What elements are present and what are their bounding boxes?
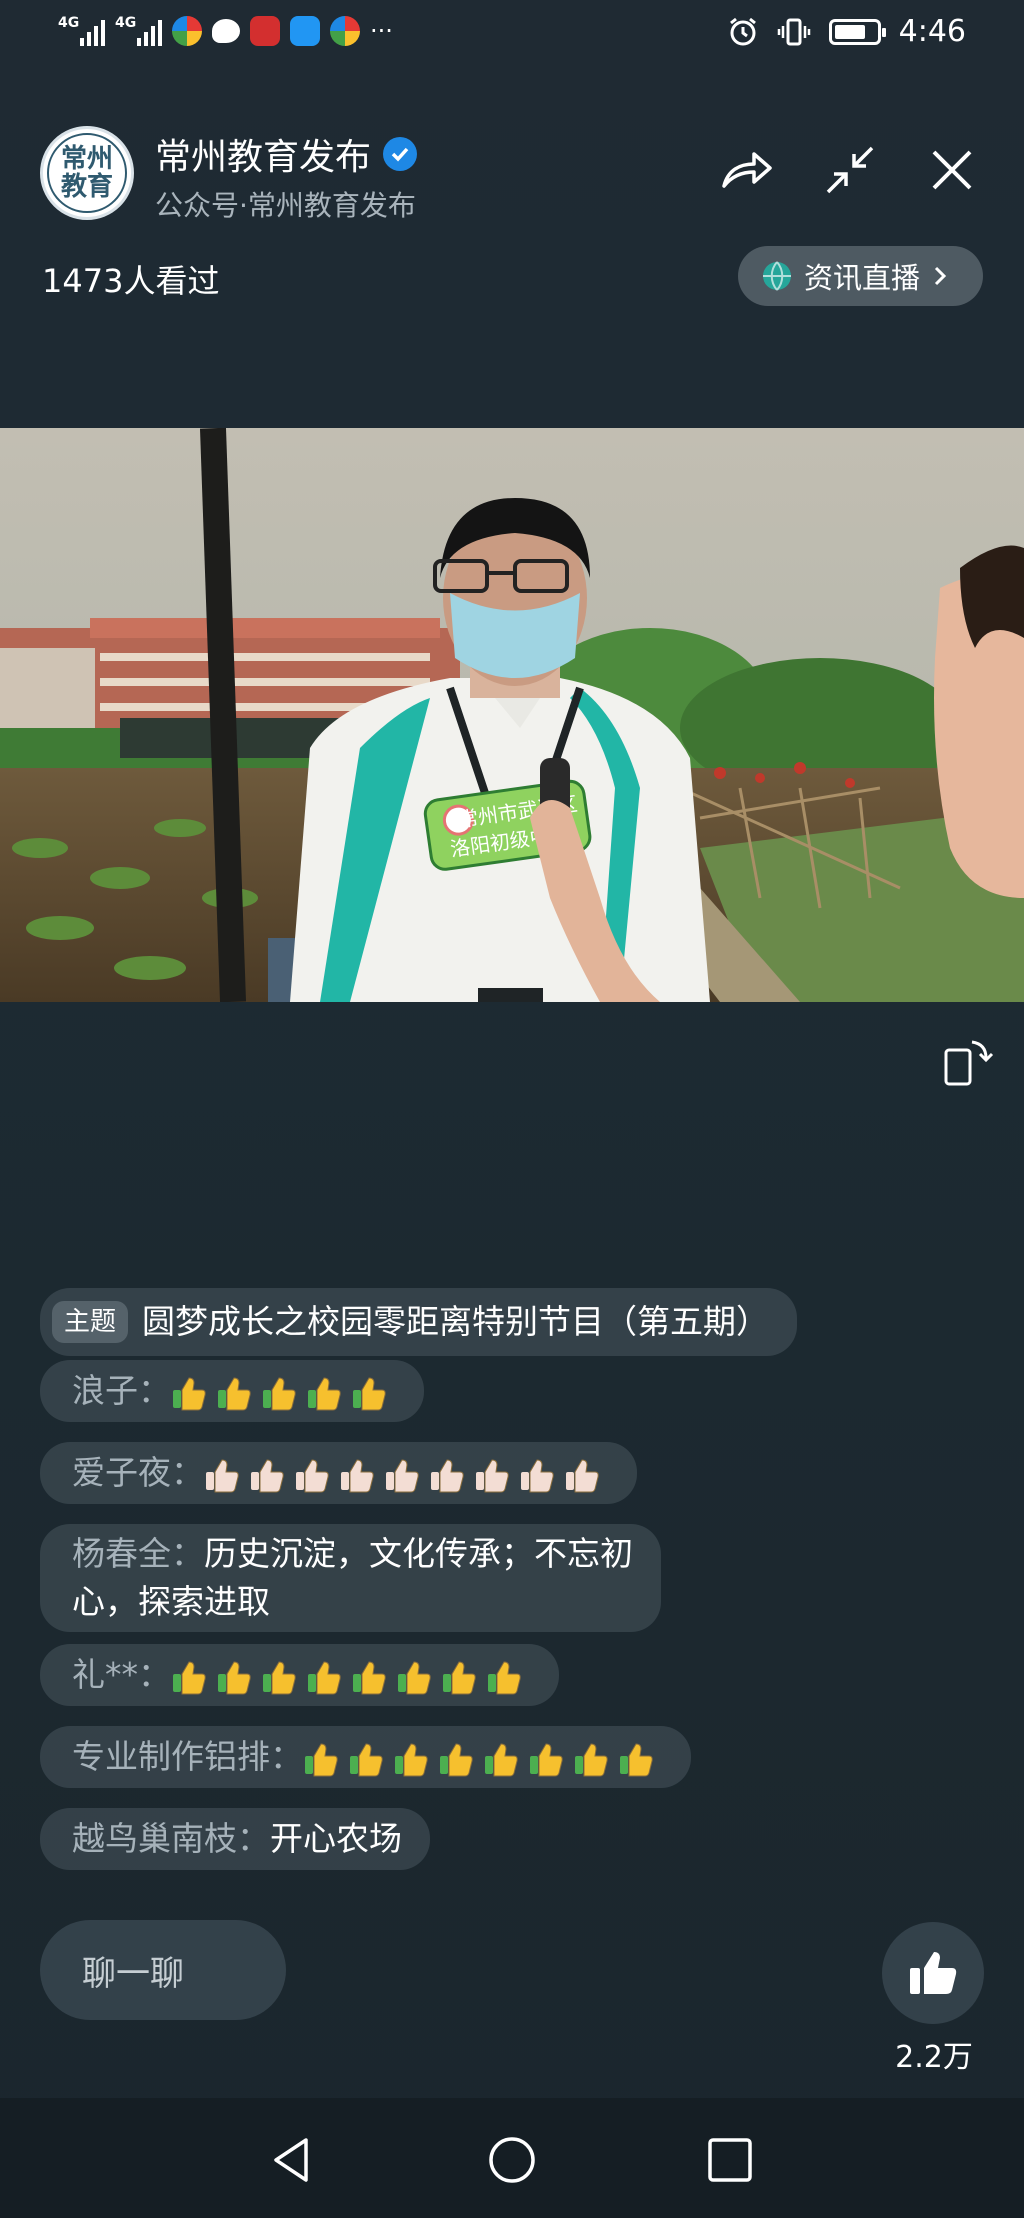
message-bubble-icon <box>212 19 240 43</box>
status-left: 4G 4G ··· <box>58 16 393 46</box>
thumbs-up-emoji-icon <box>206 1458 239 1492</box>
emoji-row <box>303 1733 663 1781</box>
comment-item: 专业制作铝排： <box>40 1726 691 1788</box>
comment-text: 开心农场 <box>270 1819 402 1858</box>
thumbs-up-emoji-icon <box>173 1376 206 1410</box>
thumbs-up-emoji-icon <box>305 1742 338 1776</box>
live-news-button[interactable]: 资讯直播 <box>738 246 983 306</box>
alarm-icon <box>729 17 756 45</box>
back-triangle-icon[interactable] <box>266 2134 318 2186</box>
thumbs-up-emoji-icon <box>308 1660 341 1694</box>
thumbs-up-emoji-icon <box>443 1660 476 1694</box>
globe-icon <box>763 261 791 291</box>
more-notifications: ··· <box>370 17 393 45</box>
chat-input[interactable]: 聊一聊 <box>40 1920 286 2020</box>
verified-badge-icon <box>383 137 418 171</box>
thumbs-up-emoji-icon <box>575 1742 608 1776</box>
thumbs-up-emoji-icon <box>431 1458 464 1492</box>
thumbs-up-emoji-icon <box>350 1742 383 1776</box>
recents-square-icon[interactable] <box>704 2134 756 2186</box>
comment-nick: 专业制作铝排： <box>72 1737 303 1776</box>
thumbs-up-emoji-icon <box>398 1660 431 1694</box>
xuexi-app-icon <box>250 16 280 46</box>
signal-2-icon: 4G <box>115 16 162 46</box>
account-avatar[interactable]: 常州 教育 <box>40 126 134 220</box>
share-icon[interactable] <box>716 140 776 200</box>
vibrate-icon <box>777 18 810 45</box>
comment-nick: 杨春全： <box>72 1534 204 1573</box>
thumbs-up-emoji-icon <box>341 1458 374 1492</box>
comment-item: 浪子： <box>40 1360 424 1422</box>
app-colorful-icon-2 <box>330 16 360 46</box>
thumbs-up-emoji-icon <box>488 1660 521 1694</box>
comment-item: 爱子夜： <box>40 1442 637 1504</box>
live-pill-label: 资讯直播 <box>804 261 921 295</box>
topic-row: 主题 圆梦成长之校园零距离特别节目（第五期） <box>40 1288 798 1356</box>
thumbs-up-emoji-icon <box>521 1458 554 1492</box>
thumbs-up-emoji-icon <box>263 1376 296 1410</box>
thumbs-up-emoji-icon <box>476 1458 509 1492</box>
comment-nick: 浪子： <box>72 1371 171 1410</box>
thumbs-up-emoji-icon <box>296 1458 329 1492</box>
video-player[interactable]: 常州市武进区 洛阳初级中学 <box>0 428 1024 1002</box>
like-button[interactable] <box>882 1922 984 2024</box>
network-type-1: 4G <box>58 15 80 31</box>
close-icon[interactable] <box>922 140 982 200</box>
comment-nick: 礼**： <box>72 1655 171 1694</box>
thumbs-up-emoji-icon <box>566 1458 599 1492</box>
clock: 4:46 <box>898 14 966 49</box>
video-frame: 常州市武进区 洛阳初级中学 <box>0 428 1024 1002</box>
topic-text: 圆梦成长之校园零距离特别节目（第五期） <box>142 1302 770 1341</box>
thumbs-up-emoji-icon <box>251 1458 284 1492</box>
comment-item: 越鸟巢南枝： 开心农场 <box>40 1808 430 1870</box>
thumbs-up-emoji-icon <box>353 1660 386 1694</box>
minimize-icon[interactable] <box>820 140 880 200</box>
thumbs-up-emoji-icon <box>530 1742 563 1776</box>
thumbs-up-emoji-icon <box>263 1660 296 1694</box>
like-count: 2.2万 <box>895 2040 973 2075</box>
network-type-2: 4G <box>115 15 137 31</box>
thumbs-up-emoji-icon <box>218 1376 251 1410</box>
comment-nick: 越鸟巢南枝： <box>72 1819 270 1858</box>
thumbs-up-emoji-icon <box>386 1458 419 1492</box>
thumbs-up-emoji-icon <box>353 1376 386 1410</box>
cloud-app-icon <box>290 16 320 46</box>
thumbs-up-emoji-icon <box>440 1742 473 1776</box>
home-circle-icon[interactable] <box>486 2134 538 2186</box>
status-right: 4:46 <box>727 14 966 49</box>
comment-item: 礼**： <box>40 1644 559 1706</box>
signal-1-icon: 4G <box>58 16 105 46</box>
thumbs-up-emoji-icon <box>308 1376 341 1410</box>
thumbs-up-emoji-icon <box>620 1742 653 1776</box>
status-bar: 4G 4G ··· 4:46 <box>0 0 1024 72</box>
account-name: 常州教育发布 <box>155 137 372 178</box>
view-count: 1473人看过 <box>42 262 220 300</box>
battery-icon <box>828 18 886 45</box>
rotate-screen-icon[interactable] <box>942 1036 994 1088</box>
thumbs-up-emoji-icon <box>485 1742 518 1776</box>
app-colorful-icon <box>172 16 202 46</box>
account-subtitle: 公众号·常州教育发布 <box>155 189 416 222</box>
comment-text: 历史沉淀，文化传承；不忘初 <box>204 1534 633 1573</box>
battery-level <box>834 24 865 39</box>
comment-item: 杨春全：历史沉淀，文化传承；不忘初 心，探索进取 <box>40 1524 661 1632</box>
account-name-row[interactable]: 常州教育发布 <box>155 128 418 180</box>
emoji-row <box>171 1367 396 1415</box>
topic-tag: 主题 <box>52 1301 129 1343</box>
thumbs-up-emoji-icon <box>395 1742 428 1776</box>
thumbs-up-emoji-icon <box>218 1660 251 1694</box>
thumbs-up-icon <box>910 1952 957 1994</box>
emoji-row <box>171 1651 531 1699</box>
chevron-right-icon <box>934 266 947 286</box>
avatar-logo: 常州 教育 <box>47 133 127 213</box>
comment-text-cont: 心，探索进取 <box>72 1582 270 1621</box>
thumbs-up-emoji-icon <box>173 1660 206 1694</box>
emoji-row <box>204 1449 609 1497</box>
comment-nick: 爱子夜： <box>72 1453 204 1492</box>
